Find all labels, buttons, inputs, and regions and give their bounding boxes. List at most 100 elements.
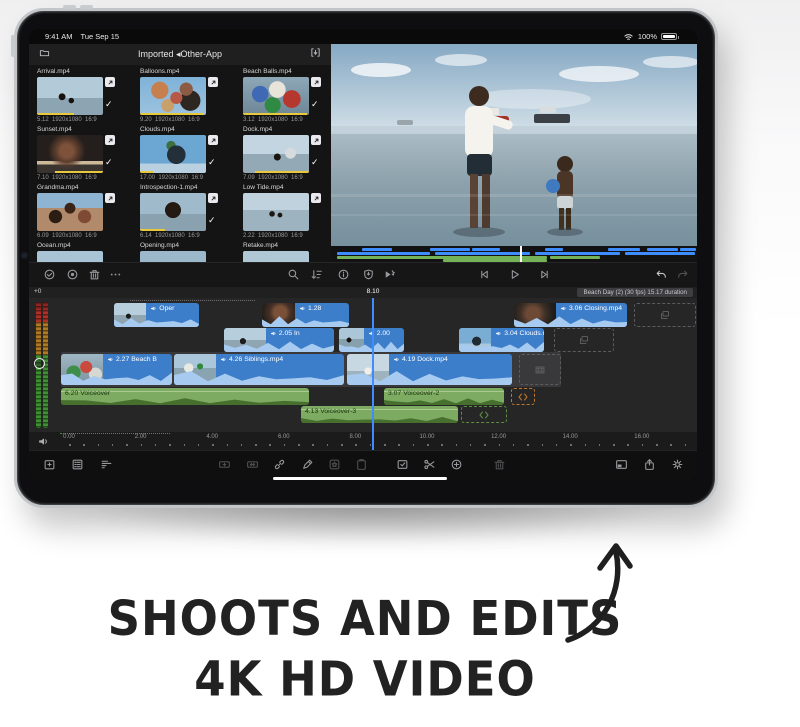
volume-knob[interactable]	[34, 358, 45, 369]
media-item-name: Grandma.mp4	[37, 184, 132, 193]
share-icon[interactable]	[643, 458, 656, 471]
audio-clip[interactable]: 6.20Voiceover	[61, 388, 309, 405]
library-trash-icon[interactable]	[88, 268, 101, 281]
media-item[interactable]: Grandma.mp46.09 1920x1080 16:9	[37, 184, 132, 239]
clip-duration: 4.19	[402, 356, 415, 363]
media-item-name: Introspection-1.mp4	[140, 184, 235, 193]
timeline-trash-icon[interactable]	[493, 458, 506, 471]
media-library-panel: Imported ◂Other-App Arrival.mp4✓5.12 192…	[29, 44, 331, 287]
media-item[interactable]: Dock.mp4✓7.09 1920x1080 16:9	[243, 126, 331, 181]
ruler-label: 6.00	[278, 434, 290, 440]
caption-line2: 4K HD VIDEO	[0, 649, 730, 709]
power-button	[11, 35, 15, 57]
arrows-placeholder-icon[interactable]	[511, 388, 535, 405]
media-item-thumbnail[interactable]	[37, 193, 103, 231]
clip-name: Closing.mp4	[584, 305, 622, 312]
info-icon[interactable]	[337, 268, 350, 281]
layers-placeholder-icon[interactable]	[554, 328, 614, 352]
media-item[interactable]: Introspection-1.mp4✓6.14 1920x1080 16:9	[140, 184, 235, 239]
add-icon[interactable]	[450, 458, 463, 471]
settings-icon[interactable]	[671, 458, 684, 471]
beach-scene	[331, 44, 697, 246]
media-item-thumbnail[interactable]	[243, 135, 309, 173]
overview-playhead[interactable]	[520, 246, 522, 262]
media-item[interactable]: Arrival.mp4✓5.12 1920x1080 16:9	[37, 68, 132, 123]
select-icon[interactable]	[396, 458, 409, 471]
home-indicator[interactable]	[273, 477, 447, 480]
video-clip[interactable]: 2.05In	[224, 328, 334, 352]
new-project-icon[interactable]	[43, 458, 56, 471]
media-item-thumbnail[interactable]	[140, 77, 206, 115]
timeline-tracks[interactable]: Oper 1.28 3.06Closing.mp4 2.05In 2.00 3.04Clo…	[29, 298, 697, 432]
layers-placeholder-icon[interactable]	[634, 303, 696, 327]
audio-clip[interactable]: 4.13Voiceover-3	[301, 406, 458, 423]
overwrite-icon[interactable]	[246, 458, 259, 471]
media-item-info: 5.12 1920x1080 16:9	[37, 117, 132, 123]
search-icon[interactable]	[287, 268, 300, 281]
film-placeholder-icon[interactable]	[519, 354, 561, 385]
edit-icon[interactable]	[301, 458, 314, 471]
undo-icon[interactable]	[655, 268, 668, 281]
split-icon[interactable]	[423, 458, 436, 471]
media-item-thumbnail[interactable]	[37, 135, 103, 173]
video-clip[interactable]: 2.27Beach B	[61, 354, 172, 385]
track-options-icon[interactable]	[100, 458, 113, 471]
speaker-icon[interactable]	[37, 435, 50, 448]
effects-icon[interactable]	[328, 458, 341, 471]
play-from-icon[interactable]	[383, 268, 396, 281]
clip-duration: 6.20	[65, 390, 78, 397]
clip-duration: 2.00	[377, 330, 390, 337]
media-item[interactable]: Balloons.mp49.20 1920x1080 16:9	[140, 68, 235, 123]
video-clip[interactable]: 3.04Clouds.mp4	[459, 328, 544, 352]
library-breadcrumb[interactable]: Imported ◂Other-App	[29, 49, 331, 60]
clip-name: In	[294, 330, 300, 337]
arrows-placeholder-icon[interactable]	[461, 406, 507, 423]
more-options-icon[interactable]	[109, 268, 122, 281]
media-item-name: Sunset.mp4	[37, 126, 132, 135]
safe-area-icon[interactable]	[362, 268, 375, 281]
media-item-thumbnail[interactable]	[243, 193, 309, 231]
play-icon[interactable]	[508, 268, 521, 281]
media-item-name: Clouds.mp4	[140, 126, 235, 135]
video-clip[interactable]: 4.26Siblings.mp4	[174, 354, 344, 385]
record-icon[interactable]	[66, 268, 79, 281]
media-item[interactable]: Clouds.mp4✓17.00 1920x1080 16:9	[140, 126, 235, 181]
redo-icon[interactable]	[676, 268, 689, 281]
media-item-thumbnail[interactable]	[140, 193, 206, 231]
multiselect-icon[interactable]	[43, 268, 56, 281]
clip-name: Clouds.mp4	[520, 330, 544, 337]
media-item-name: Ocean.mp4	[37, 242, 132, 251]
playhead[interactable]	[372, 298, 374, 450]
library-header: Imported ◂Other-App	[29, 44, 331, 65]
clip-duration: 2.05	[279, 330, 292, 337]
clip-name: Dock.mp4	[417, 356, 448, 363]
media-item[interactable]: Sunset.mp4✓7.10 1920x1080 16:9	[37, 126, 132, 181]
ruler-label: 10.00	[419, 434, 434, 440]
import-icon[interactable]	[310, 47, 321, 58]
external-display-icon[interactable]	[615, 458, 628, 471]
sort-icon[interactable]	[310, 268, 323, 281]
insert-icon[interactable]	[218, 458, 231, 471]
clipboard-icon[interactable]	[355, 458, 368, 471]
clip-audio-icon	[270, 330, 277, 337]
skip-forward-icon[interactable]	[538, 268, 551, 281]
media-item[interactable]: Beach Balls.mp4✓3.12 1920x1080 16:9	[243, 68, 331, 123]
media-item-name: Balloons.mp4	[140, 68, 235, 77]
media-item-thumbnail[interactable]	[37, 77, 103, 115]
media-item-thumbnail[interactable]	[140, 135, 206, 173]
video-clip[interactable]: 1.28	[262, 303, 349, 327]
link-icon[interactable]	[273, 458, 286, 471]
video-preview[interactable]	[331, 44, 697, 246]
video-clip[interactable]: Oper	[114, 303, 199, 327]
media-item[interactable]: Low Tide.mp42.22 1920x1080 16:9	[243, 184, 331, 239]
project-info[interactable]: Beach Day (2) (30 fps) 15.17 duration	[577, 288, 693, 297]
clip-audio-icon	[495, 330, 502, 337]
timeline-ruler[interactable]: 0.002.004.006.008.0010.0012.0014.0016.00	[29, 432, 697, 450]
project-list-icon[interactable]	[71, 458, 84, 471]
range-marker	[130, 300, 255, 301]
audio-clip[interactable]: 3.07Voiceover-2	[384, 388, 504, 405]
timeline-overview[interactable]	[331, 246, 697, 262]
skip-back-icon[interactable]	[478, 268, 491, 281]
video-clip[interactable]: 3.06Closing.mp4	[514, 303, 627, 327]
media-item-thumbnail[interactable]	[243, 77, 309, 115]
